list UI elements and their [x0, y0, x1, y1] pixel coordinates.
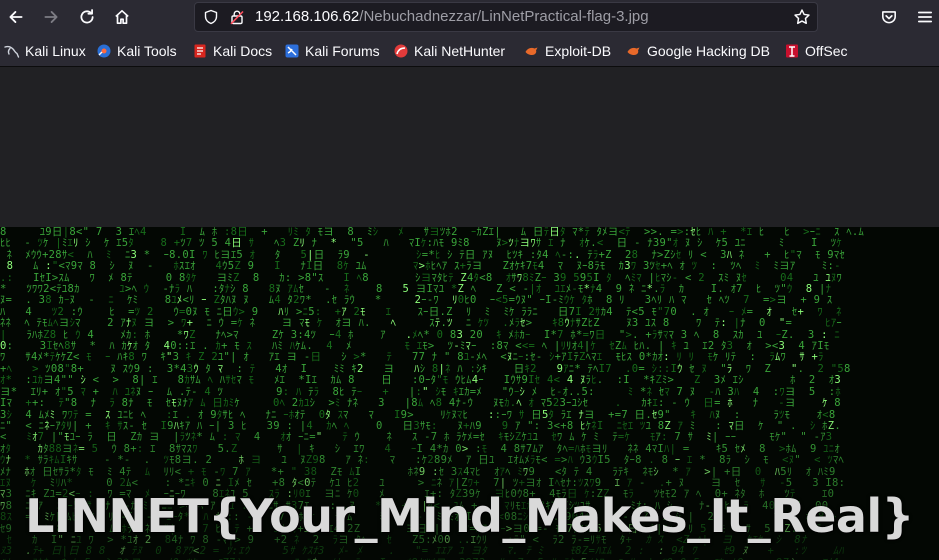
home-icon [115, 9, 129, 25]
pocket-button[interactable] [875, 4, 903, 30]
bookmark-offsec[interactable]: OffSec [784, 42, 848, 60]
bookmark-label: OffSec [805, 43, 848, 59]
page-viewport: 8 ﾕ9日|8<" 7 3 ｴﾍ4 I ﾑ ﾎ :8日 + ﾘﾐ ﾀ ﾓヨ 8 … [0, 67, 939, 560]
kali-docs-icon [194, 44, 206, 58]
exploit-db-icon [525, 47, 538, 55]
bookmark-star-icon[interactable] [793, 8, 811, 26]
kali-dragon-icon [4, 45, 20, 58]
bookmark-label: Kali Tools [117, 43, 177, 59]
kali-forums-icon [285, 44, 299, 58]
insecure-lock-icon[interactable] [229, 9, 245, 25]
arrow-right-icon [44, 11, 58, 23]
hamburger-menu-icon [917, 11, 933, 23]
url-host: 192.168.106.62 [255, 8, 360, 25]
tracking-shield-icon[interactable] [203, 9, 219, 25]
kali-tools-icon [97, 44, 111, 58]
url-path: /Nebuchadnezzar/LinNetPractical-flag-3.j… [359, 8, 649, 25]
offsec-icon [786, 44, 798, 58]
nav-toolbar: 192.168.106.62/Nebuchadnezzar/LinNetPrac… [0, 0, 939, 35]
bookmark-label: Google Hacking DB [647, 43, 770, 59]
nethunter-icon [394, 44, 408, 58]
reload-button[interactable] [73, 4, 101, 30]
ghdb-icon [627, 47, 640, 55]
bookmark-label: Kali Linux [25, 43, 86, 59]
home-button[interactable] [108, 4, 136, 30]
bookmark-label: Kali Docs [213, 43, 273, 59]
address-bar[interactable]: 192.168.106.62/Nebuchadnezzar/LinNetPrac… [194, 2, 818, 32]
bookmark-exploit-db[interactable]: Exploit-DB [524, 42, 611, 60]
bookmark-label: Kali NetHunter [414, 43, 506, 59]
app-menu-button[interactable] [911, 4, 939, 30]
arrow-left-icon [9, 11, 23, 23]
bookmark-label: Kali Forums [305, 43, 380, 59]
back-button[interactable] [2, 4, 30, 30]
bookmark-label: Exploit-DB [545, 43, 612, 59]
bookmark-kali-linux[interactable]: Kali Linux [4, 42, 86, 60]
pocket-icon [882, 11, 896, 24]
flag-image: 8 ﾕ9日|8<" 7 3 ｴﾍ4 I ﾑ ﾎ :8日 + ﾘﾐ ﾀ ﾓヨ 8 … [0, 227, 939, 560]
bookmark-kali-docs[interactable]: Kali Docs [192, 42, 272, 60]
browser-window: 192.168.106.62/Nebuchadnezzar/LinNetPrac… [0, 0, 939, 560]
bookmarks-toolbar: Kali Linux Kali Tools Kali Docs Kali For… [0, 35, 939, 67]
bookmark-google-hacking-db[interactable]: Google Hacking DB [626, 42, 770, 60]
forward-button[interactable] [37, 4, 65, 30]
flag-text: LINNET{Your_Mind_Makes_It_Real} [25, 489, 914, 543]
reload-icon [80, 9, 94, 24]
bookmark-kali-nethunter[interactable]: Kali NetHunter [393, 42, 505, 60]
url-text[interactable]: 192.168.106.62/Nebuchadnezzar/LinNetPrac… [255, 8, 649, 25]
bookmark-kali-tools[interactable]: Kali Tools [96, 42, 177, 60]
bookmark-kali-forums[interactable]: Kali Forums [284, 42, 380, 60]
